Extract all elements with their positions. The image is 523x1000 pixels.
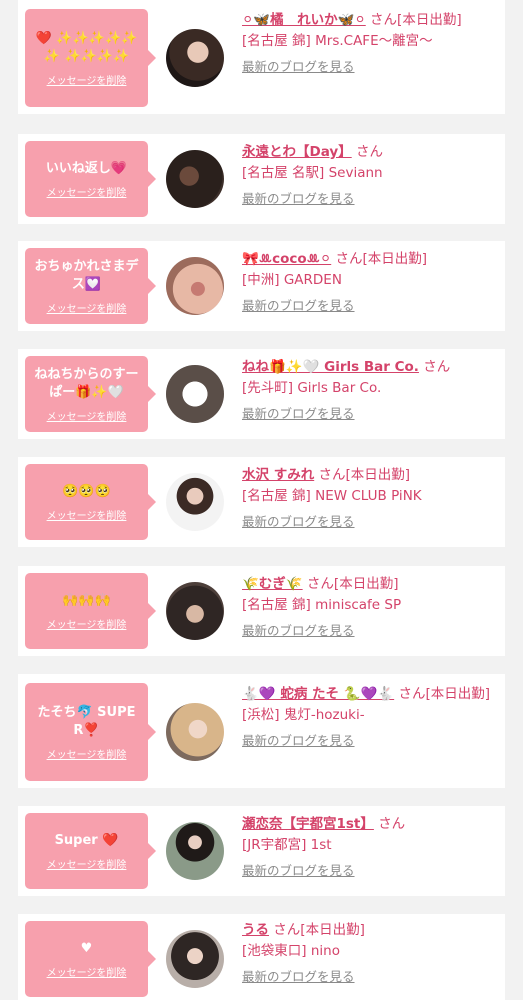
avatar[interactable]: [166, 150, 224, 208]
avatar[interactable]: [166, 365, 224, 423]
cast-suffix: さん[本日出勤]: [273, 922, 365, 938]
message-text: ♥: [80, 940, 93, 956]
message-bubble: 🙌🙌🙌 メッセージを削除: [25, 573, 156, 649]
blog-link[interactable]: 最新のブログを見る: [242, 511, 494, 532]
avatar[interactable]: [166, 703, 224, 761]
blog-link[interactable]: 最新のブログを見る: [242, 56, 494, 77]
list-item: Super ❤️ メッセージを削除 瀬恋奈【宇都宮1st】 さん [JR宇都宮]…: [18, 806, 505, 896]
shop-name: [池袋東口] nino: [242, 943, 340, 959]
blog-link[interactable]: 最新のブログを見る: [242, 860, 494, 881]
delete-message-link[interactable]: メッセージを削除: [47, 856, 127, 871]
cast-name-link[interactable]: 🐇💜 蛇病 たそ 🐍💜🐇: [242, 686, 394, 702]
shop-name: [先斗町] Girls Bar Co.: [242, 380, 382, 396]
cast-suffix: さん[本日出勤]: [318, 467, 411, 483]
list-item: ❤️ ✨✨✨✨✨✨ ✨✨✨✨ メッセージを削除 ⚪︎🦋橘 れいか🦋⚪︎ さん[本…: [18, 0, 505, 114]
list-item: おちゅかれさまデス💟 メッセージを削除 🎀ꔛcocoꔛ⚪︎ さん[本日出勤] […: [18, 241, 505, 331]
list-item: たそち🐬 SUPER❣️ メッセージを削除 🐇💜 蛇病 たそ 🐍💜🐇 さん[本日…: [18, 674, 505, 788]
blog-link[interactable]: 最新のブログを見る: [242, 730, 494, 751]
message-text: いいね返し💗: [45, 160, 128, 176]
message-bubble: ❤️ ✨✨✨✨✨✨ ✨✨✨✨ メッセージを削除: [25, 9, 156, 107]
blog-link[interactable]: 最新のブログを見る: [242, 620, 494, 641]
message-bubble: 🥺🥺🥺 メッセージを削除: [25, 464, 156, 540]
cast-name-link[interactable]: ねね🎁✨🤍 Girls Bar Co.: [242, 359, 419, 375]
cast-name-link[interactable]: 永遠とわ【Day】: [242, 144, 352, 160]
blog-link[interactable]: 最新のブログを見る: [242, 403, 494, 424]
shop-name: [中洲] GARDEN: [242, 272, 342, 288]
cast-suffix: さん[本日出勤]: [370, 12, 462, 28]
message-text: Super ❤️: [54, 832, 119, 848]
cast-name-link[interactable]: 🎀ꔛcocoꔛ⚪︎: [242, 251, 331, 267]
message-text: 🥺🥺🥺: [62, 483, 111, 499]
shop-name: [名古屋 錦] NEW CLUB PiNK: [242, 488, 422, 504]
delete-message-link[interactable]: メッセージを削除: [47, 746, 127, 761]
avatar[interactable]: [166, 29, 224, 87]
cast-name-link[interactable]: 🌾むぎ🌾: [242, 576, 303, 592]
avatar[interactable]: [166, 257, 224, 315]
delete-message-link[interactable]: メッセージを削除: [47, 300, 127, 315]
cast-suffix: さん: [378, 816, 406, 832]
item-info: 🌾むぎ🌾 さん[本日出勤] [名古屋 錦] miniscafe SP 最新のブロ…: [242, 574, 494, 641]
message-bubble: たそち🐬 SUPER❣️ メッセージを削除: [25, 683, 156, 781]
message-text: ❤️ ✨✨✨✨✨✨ ✨✨✨✨: [35, 30, 138, 64]
cast-name-link[interactable]: うる: [242, 922, 269, 938]
item-info: 水沢 すみれ さん[本日出勤] [名古屋 錦] NEW CLUB PiNK 最新…: [242, 465, 494, 532]
list-item: 🥺🥺🥺 メッセージを削除 水沢 すみれ さん[本日出勤] [名古屋 錦] NEW…: [18, 457, 505, 547]
message-bubble: ねねちからのすーぱー🎁✨🤍 メッセージを削除: [25, 356, 156, 432]
blog-link[interactable]: 最新のブログを見る: [242, 188, 494, 209]
shop-name: [浜松] 鬼灯-hozuki-: [242, 707, 365, 723]
message-text: おちゅかれさまデス💟: [34, 258, 139, 292]
message-bubble: おちゅかれさまデス💟 メッセージを削除: [25, 248, 156, 324]
avatar[interactable]: [166, 582, 224, 640]
delete-message-link[interactable]: メッセージを削除: [47, 616, 127, 631]
message-bubble: いいね返し💗 メッセージを削除: [25, 141, 156, 217]
item-info: ねね🎁✨🤍 Girls Bar Co. さん [先斗町] Girls Bar C…: [242, 357, 494, 424]
item-info: ⚪︎🦋橘 れいか🦋⚪︎ さん[本日出勤] [名古屋 錦] Mrs.CAFE〜離宮…: [242, 10, 494, 77]
blog-link[interactable]: 最新のブログを見る: [242, 966, 494, 987]
message-text: 🙌🙌🙌: [62, 592, 111, 608]
shop-name: [名古屋 錦] Mrs.CAFE〜離宮〜: [242, 33, 433, 49]
delete-message-link[interactable]: メッセージを削除: [47, 72, 127, 87]
message-text: たそち🐬 SUPER❣️: [37, 704, 136, 738]
message-bubble: ♥ メッセージを削除: [25, 921, 156, 997]
delete-message-link[interactable]: メッセージを削除: [47, 184, 127, 199]
cast-suffix: さん[本日出勤]: [335, 251, 428, 267]
list-item: ♥ メッセージを削除 うる さん[本日出勤] [池袋東口] nino 最新のブロ…: [18, 914, 505, 1000]
message-bubble: Super ❤️ メッセージを削除: [25, 813, 156, 889]
list-item: 🙌🙌🙌 メッセージを削除 🌾むぎ🌾 さん[本日出勤] [名古屋 錦] minis…: [18, 566, 505, 656]
shop-name: [名古屋 錦] miniscafe SP: [242, 597, 402, 613]
cast-suffix: さん: [423, 359, 451, 375]
avatar[interactable]: [166, 473, 224, 531]
list-item: ねねちからのすーぱー🎁✨🤍 メッセージを削除 ねね🎁✨🤍 Girls Bar C…: [18, 349, 505, 439]
delete-message-link[interactable]: メッセージを削除: [47, 408, 127, 423]
cast-suffix: さん[本日出勤]: [306, 576, 399, 592]
cast-name-link[interactable]: ⚪︎🦋橘 れいか🦋⚪︎: [242, 12, 366, 28]
cast-suffix: さん: [356, 144, 383, 160]
avatar[interactable]: [166, 930, 224, 988]
message-text: ねねちからのすーぱー🎁✨🤍: [34, 366, 139, 400]
shop-name: [名古屋 名駅] Seviann: [242, 165, 383, 181]
item-info: うる さん[本日出勤] [池袋東口] nino 最新のブログを見る: [242, 920, 494, 987]
item-info: 瀬恋奈【宇都宮1st】 さん [JR宇都宮] 1st 最新のブログを見る: [242, 814, 494, 881]
shop-name: [JR宇都宮] 1st: [242, 837, 332, 853]
list-item: いいね返し💗 メッセージを削除 永遠とわ【Day】 さん [名古屋 名駅] Se…: [18, 134, 505, 224]
delete-message-link[interactable]: メッセージを削除: [47, 964, 127, 979]
avatar[interactable]: [166, 822, 224, 880]
blog-link[interactable]: 最新のブログを見る: [242, 295, 494, 316]
cast-name-link[interactable]: 水沢 すみれ: [242, 467, 314, 483]
item-info: 🎀ꔛcocoꔛ⚪︎ さん[本日出勤] [中洲] GARDEN 最新のブログを見る: [242, 249, 494, 316]
item-info: 🐇💜 蛇病 たそ 🐍💜🐇 さん[本日出勤] [浜松] 鬼灯-hozuki- 最新…: [242, 684, 494, 751]
item-info: 永遠とわ【Day】 さん [名古屋 名駅] Seviann 最新のブログを見る: [242, 142, 494, 209]
delete-message-link[interactable]: メッセージを削除: [47, 507, 127, 522]
cast-name-link[interactable]: 瀬恋奈【宇都宮1st】: [242, 816, 374, 832]
cast-suffix: さん[本日出勤]: [398, 686, 490, 702]
